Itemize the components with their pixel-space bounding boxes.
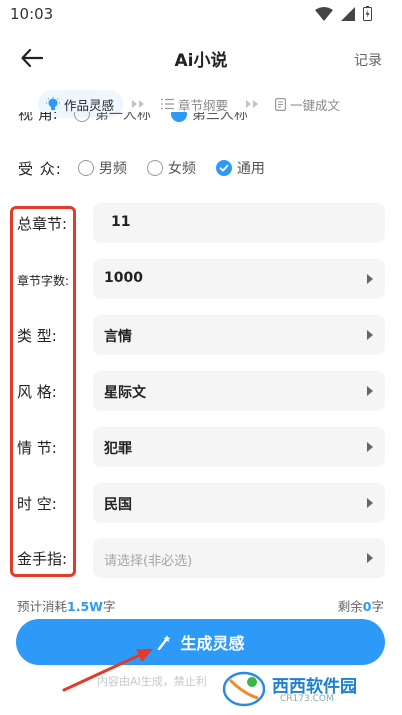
total-chapters-input[interactable]: 11: [93, 203, 385, 243]
chapter-words-value: 1000: [104, 270, 143, 286]
era-select[interactable]: 民国: [93, 483, 385, 523]
status-bar: 10:03: [0, 0, 402, 28]
radio-checked-icon: [215, 160, 232, 176]
remain-prefix: 剩余: [337, 599, 363, 614]
golden-finger-select[interactable]: 请选择(非必选): [93, 538, 385, 578]
caret-right-icon: [367, 498, 373, 508]
app-bar: Ai小说 记录: [0, 38, 402, 78]
radio-third-person-label: 第三人称: [191, 112, 248, 123]
status-icons: [315, 6, 372, 21]
audience-label: 受 众:: [18, 159, 62, 178]
style-select[interactable]: 星际文: [93, 371, 385, 411]
cost-suffix: 字: [102, 599, 116, 614]
signal-icon: [341, 6, 355, 21]
caret-right-icon: [367, 386, 373, 396]
radio-first-person-label: 第一人称: [94, 112, 151, 123]
radio-checked-icon: [170, 112, 187, 122]
remain-suffix: 字: [371, 599, 384, 614]
total-chapters-value: 11: [111, 214, 131, 230]
audience-row: 受 众: 男频 女频 通用: [18, 156, 285, 180]
radio-unchecked-icon: [73, 112, 90, 122]
radio-unchecked-icon: [146, 160, 163, 176]
tab-one-click-write-label: 一键成文: [290, 97, 341, 113]
caret-right-icon: [367, 274, 373, 284]
golden-finger-placeholder: 请选择(非必选): [104, 554, 193, 569]
plot-value: 犯罪: [104, 441, 132, 457]
caret-right-icon: [367, 330, 373, 340]
battery-icon: [363, 6, 372, 21]
radio-female-label: 女频: [167, 161, 196, 177]
watermark-sub: CR173.COM: [280, 694, 334, 704]
tab-inspiration-label: 作品灵感: [64, 97, 115, 113]
generate-inspiration-button[interactable]: 生成灵感: [16, 619, 385, 665]
type-value: 言情: [104, 329, 132, 345]
radio-general[interactable]: 通用: [215, 158, 265, 178]
status-time: 10:03: [10, 5, 54, 23]
estimated-cost: 预计消耗1.5W字: [17, 596, 115, 615]
style-value: 星际文: [104, 385, 146, 401]
radio-female[interactable]: 女频: [146, 158, 196, 178]
radio-male[interactable]: 男频: [77, 158, 127, 178]
perspective-label: 视 角:: [18, 112, 58, 123]
radio-third-person[interactable]: 第三人称: [170, 112, 248, 124]
ai-disclaimer: 内容由AI生成，禁止利: [97, 675, 207, 688]
radio-general-label: 通用: [236, 161, 265, 177]
list-icon: [161, 98, 175, 110]
generate-button-label: 生成灵感: [180, 634, 245, 653]
magic-wand-icon: [158, 635, 171, 650]
page-title: Ai小说: [174, 51, 228, 71]
radio-male-label: 男频: [98, 161, 127, 177]
bulb-icon: [46, 97, 60, 110]
watermark-logo-icon: [222, 671, 266, 707]
perspective-row: 视 角: 第一人称 第三人称: [0, 112, 402, 130]
caret-right-icon: [367, 442, 373, 452]
remaining-words: 剩余0字: [338, 596, 384, 615]
wifi-icon: [315, 6, 333, 21]
cost-amount: 1.5W: [67, 599, 103, 614]
radio-unchecked-icon: [77, 160, 94, 176]
era-value: 民国: [104, 497, 132, 513]
chapter-words-select[interactable]: 1000: [93, 259, 385, 299]
caret-right-icon: [367, 553, 373, 563]
annotation-highlight-box: [10, 206, 76, 577]
radio-first-person[interactable]: 第一人称: [73, 112, 151, 124]
plot-select[interactable]: 犯罪: [93, 427, 385, 467]
watermark: 西西软件园 CR173.COM: [222, 670, 382, 710]
cost-prefix: 预计消耗: [17, 599, 68, 614]
double-chevron-icon: [245, 99, 259, 109]
record-link[interactable]: 记录: [354, 50, 382, 70]
double-chevron-icon: [131, 99, 145, 109]
tab-chapter-outline-label: 章节纲要: [178, 97, 229, 113]
document-icon: [275, 97, 287, 111]
type-select[interactable]: 言情: [93, 315, 385, 355]
